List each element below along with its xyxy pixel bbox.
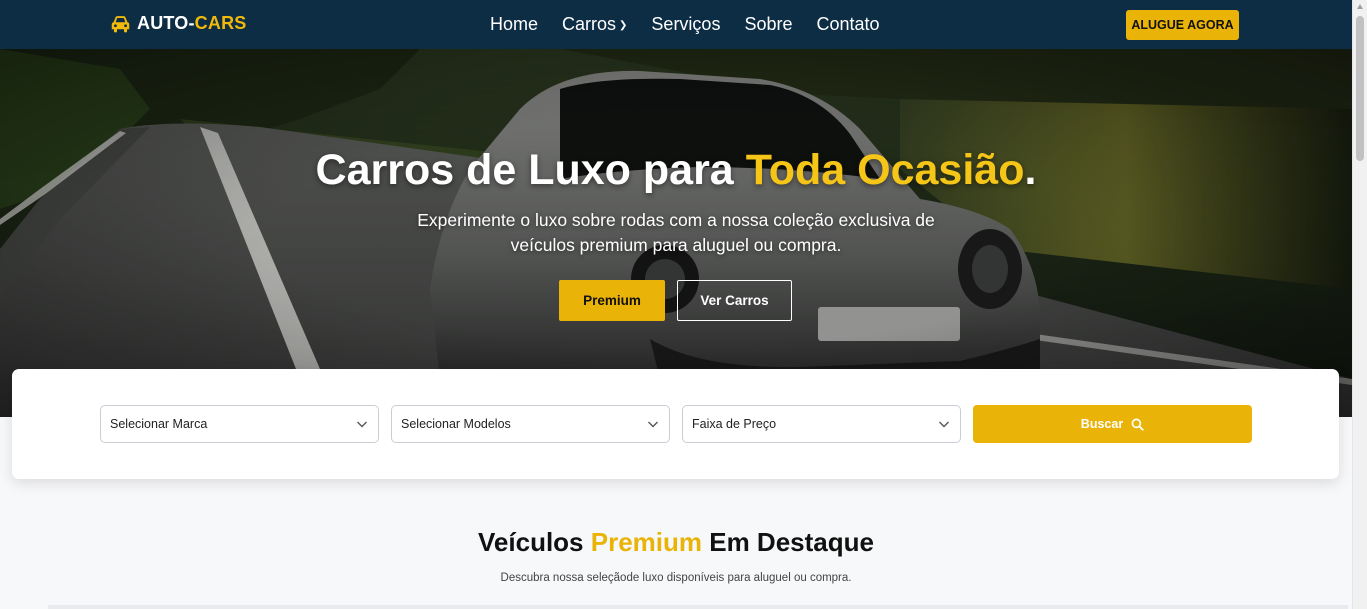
hero-title-accent: Toda Ocasião <box>745 146 1025 194</box>
premium-button[interactable]: Premium <box>559 280 665 321</box>
nav-link-home-label: Home <box>490 14 539 34</box>
hero-title-main: Carros de Luxo para <box>315 146 746 194</box>
nav-link-home[interactable]: Home <box>490 14 538 35</box>
price-range-select-value: Faixa de Preço <box>692 417 777 431</box>
price-range-select[interactable]: Faixa de Preço <box>682 405 961 443</box>
search-button[interactable]: Buscar <box>973 405 1252 443</box>
chevron-down-icon <box>939 421 949 428</box>
brand-logo[interactable]: AUTO-CARS <box>110 13 246 34</box>
rent-now-button[interactable]: ALUGUE AGORA <box>1126 10 1239 40</box>
brand-select[interactable]: Selecionar Marca <box>100 405 379 443</box>
scrollbar-thumb[interactable] <box>1356 16 1364 161</box>
chevron-down-icon <box>357 421 367 428</box>
nav-link-sobre-label: Sobre <box>744 14 793 34</box>
chevron-down-icon <box>648 421 658 428</box>
hero-section: Carros de Luxo para Toda Ocasião. Experi… <box>0 49 1352 417</box>
car-icon <box>111 15 130 32</box>
page: AUTO-CARS Home Carros ❯ Serviços Sobre Co… <box>0 0 1367 609</box>
search-button-label: Buscar <box>1080 417 1124 431</box>
model-select-value: Selecionar Modelos <box>401 417 511 431</box>
nav-link-carros-label: Carros <box>562 14 617 34</box>
scroll-up-arrow-icon[interactable] <box>1357 4 1363 9</box>
featured-title-a: Veículos <box>478 527 591 557</box>
nav-link-sobre[interactable]: Sobre <box>744 14 792 35</box>
nav-link-servicos[interactable]: Serviços <box>651 14 720 35</box>
top-navbar: AUTO-CARS Home Carros ❯ Serviços Sobre Co… <box>0 0 1352 49</box>
nav-links: Home Carros ❯ Serviços Sobre Contato <box>490 14 880 35</box>
featured-section-title: Veículos Premium Em Destaque <box>0 527 1352 558</box>
search-icon <box>1131 418 1144 431</box>
brand-name-accent: CARS <box>194 13 247 33</box>
chevron-down-icon: ❯ <box>619 20 628 31</box>
nav-link-servicos-label: Serviços <box>651 14 721 34</box>
hero-title: Carros de Luxo para Toda Ocasião. <box>0 146 1352 195</box>
brand-select-value: Selecionar Marca <box>110 417 208 431</box>
hero-title-end: . <box>1024 146 1037 194</box>
content-divider <box>48 605 1348 609</box>
brand-name: AUTO-CARS <box>137 13 246 34</box>
featured-title-b: Em Destaque <box>702 527 874 557</box>
featured-section-subtitle: Descubra nossa seleçãode luxo disponívei… <box>500 572 852 584</box>
featured-title-accent: Premium <box>590 527 703 557</box>
page-scrollbar[interactable] <box>1352 0 1367 609</box>
nav-link-carros[interactable]: Carros ❯ <box>562 14 627 35</box>
model-select[interactable]: Selecionar Modelos <box>391 405 670 443</box>
search-filter-card: Selecionar Marca Selecionar Modelos Faix… <box>12 369 1339 479</box>
view-cars-button[interactable]: Ver Carros <box>677 280 792 321</box>
hero-subtitle: Experimente o luxo sobre rodas com a nos… <box>417 210 935 255</box>
nav-link-contato-label: Contato <box>816 14 880 34</box>
brand-name-main: AUTO- <box>137 13 195 33</box>
nav-link-contato[interactable]: Contato <box>817 14 880 35</box>
